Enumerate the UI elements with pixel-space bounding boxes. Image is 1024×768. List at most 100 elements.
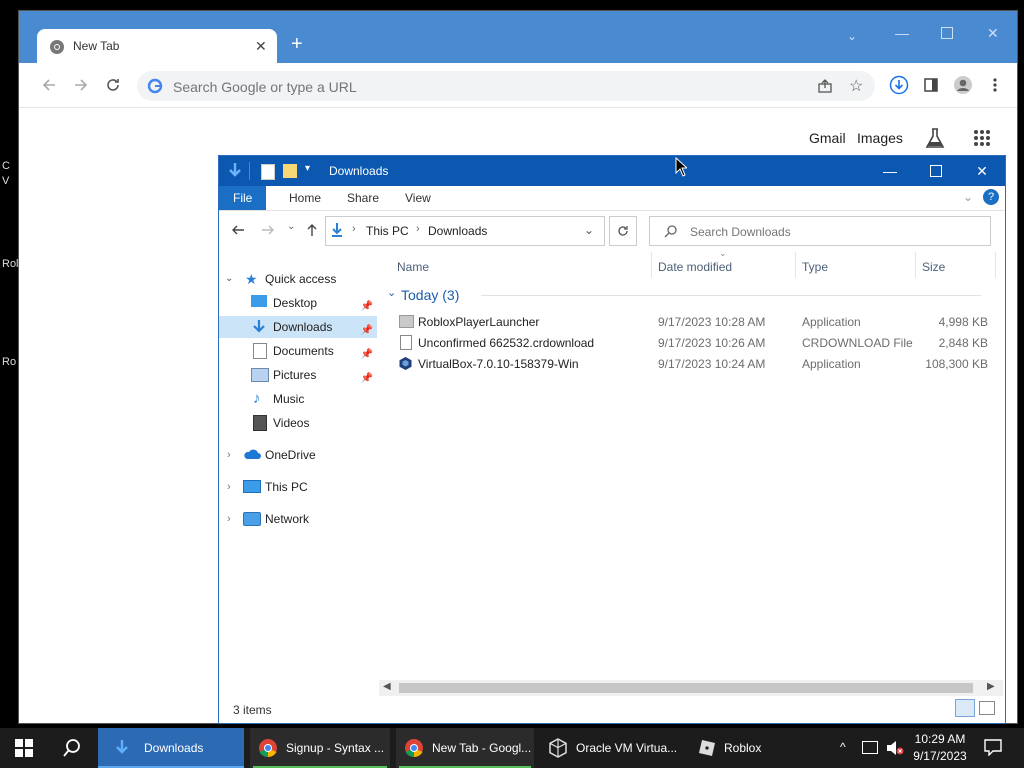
- nav-onedrive[interactable]: › OneDrive: [219, 444, 377, 466]
- taskbar-item-chrome-newtab[interactable]: New Tab - Googl...: [396, 728, 534, 768]
- chevron-down-icon[interactable]: ⌄: [387, 286, 396, 299]
- back-button[interactable]: [231, 223, 245, 237]
- side-panel-button[interactable]: [917, 71, 945, 99]
- network-status-icon[interactable]: [862, 741, 878, 754]
- search-button[interactable]: [48, 728, 96, 768]
- nav-label: Documents: [273, 344, 334, 358]
- close-window-icon[interactable]: ✕: [987, 25, 999, 42]
- clock-time[interactable]: 10:29 AM: [912, 732, 968, 746]
- omnibox-input[interactable]: [171, 71, 795, 103]
- scroll-right-icon[interactable]: ▶: [987, 681, 995, 692]
- pin-icon[interactable]: 📌: [361, 320, 373, 342]
- omnibox[interactable]: ☆: [137, 71, 875, 103]
- column-header-name[interactable]: Name: [397, 260, 429, 274]
- help-icon[interactable]: ?: [983, 189, 999, 205]
- maximize-button[interactable]: [913, 156, 959, 186]
- ribbon-tab-share[interactable]: Share: [333, 186, 393, 210]
- side-panel-icon: [924, 78, 938, 92]
- nav-item-pictures[interactable]: Pictures 📌: [219, 364, 377, 386]
- close-button[interactable]: ✕: [959, 156, 1005, 186]
- nav-item-videos[interactable]: Videos: [219, 412, 377, 434]
- large-icons-view-icon[interactable]: [979, 701, 995, 715]
- refresh-button[interactable]: [609, 216, 637, 246]
- new-tab-button[interactable]: +: [291, 33, 303, 56]
- forward-button[interactable]: [67, 71, 95, 99]
- nav-item-music[interactable]: ♪ Music: [219, 388, 377, 410]
- address-dropdown-icon[interactable]: ⌄: [584, 223, 594, 237]
- ribbon-tab-home[interactable]: Home: [275, 186, 335, 210]
- chevron-right-icon[interactable]: ›: [227, 444, 231, 466]
- volume-muted-icon[interactable]: [886, 740, 904, 756]
- show-hidden-icons-icon[interactable]: ^: [840, 740, 846, 754]
- chevron-right-icon[interactable]: ›: [227, 476, 231, 498]
- taskbar-item-downloads[interactable]: Downloads: [98, 728, 244, 768]
- taskbar-item-roblox[interactable]: Roblox: [690, 728, 790, 768]
- start-button[interactable]: [0, 728, 48, 768]
- gmail-link[interactable]: Gmail: [809, 130, 846, 146]
- images-link[interactable]: Images: [857, 130, 903, 146]
- back-button[interactable]: [35, 71, 63, 99]
- ribbon-tab-view[interactable]: View: [391, 186, 445, 210]
- column-divider[interactable]: [995, 252, 996, 278]
- ribbon-tab-file[interactable]: File: [219, 186, 267, 210]
- column-header-type[interactable]: Type: [802, 260, 828, 274]
- column-divider[interactable]: [915, 252, 916, 278]
- table-row[interactable]: RobloxPlayerLauncher 9/17/2023 10:28 AM …: [385, 312, 995, 333]
- chrome-tab[interactable]: New Tab ✕: [37, 29, 277, 63]
- reload-button[interactable]: [99, 71, 127, 99]
- quick-access-toolbar-dropdown-icon[interactable]: ▾: [305, 163, 310, 174]
- table-row[interactable]: VirtualBox-7.0.10-158379-Win 9/17/2023 1…: [385, 354, 995, 375]
- column-header-date[interactable]: Date modified: [658, 260, 732, 274]
- nav-item-downloads[interactable]: Downloads 📌: [219, 316, 377, 338]
- search-input[interactable]: [688, 217, 982, 247]
- pin-icon[interactable]: 📌: [361, 344, 373, 366]
- breadcrumb-this-pc[interactable]: This PC: [366, 224, 409, 238]
- recent-locations-icon[interactable]: ⌄: [287, 221, 295, 232]
- new-folder-icon[interactable]: [283, 164, 297, 178]
- nav-item-documents[interactable]: Documents 📌: [219, 340, 377, 362]
- tab-search-icon[interactable]: ⌄: [847, 29, 857, 43]
- nav-quick-access[interactable]: ⌄ ★ Quick access: [219, 268, 377, 290]
- notifications-icon[interactable]: [984, 738, 1002, 756]
- pin-icon[interactable]: 📌: [361, 296, 373, 318]
- group-header-today[interactable]: ⌄ Today (3): [385, 284, 985, 306]
- bookmark-star-icon[interactable]: ☆: [849, 76, 863, 96]
- minimize-button[interactable]: —: [867, 156, 913, 186]
- pin-icon[interactable]: 📌: [361, 368, 373, 390]
- minimize-icon[interactable]: —: [895, 25, 909, 41]
- taskbar-item-chrome-signup[interactable]: Signup - Syntax ...: [250, 728, 390, 768]
- properties-icon[interactable]: [261, 164, 275, 180]
- nav-item-desktop[interactable]: Desktop 📌: [219, 292, 377, 314]
- address-bar[interactable]: › This PC › Downloads ⌄: [325, 216, 605, 246]
- downloads-button[interactable]: [885, 71, 913, 99]
- clock-date[interactable]: 9/17/2023: [912, 749, 968, 763]
- forward-button[interactable]: [261, 223, 275, 237]
- nav-network[interactable]: › Network: [219, 508, 377, 530]
- horizontal-scrollbar[interactable]: ◀ ▶: [379, 680, 1003, 696]
- share-icon[interactable]: [817, 78, 833, 94]
- scrollbar-thumb[interactable]: [399, 683, 973, 693]
- menu-button[interactable]: [981, 71, 1009, 99]
- nav-this-pc[interactable]: › This PC: [219, 476, 377, 498]
- breadcrumb-downloads[interactable]: Downloads: [428, 224, 487, 238]
- search-box[interactable]: [649, 216, 991, 247]
- expand-ribbon-icon[interactable]: ⌄: [963, 190, 973, 204]
- column-header-size[interactable]: Size: [922, 260, 945, 274]
- chevron-down-icon[interactable]: ⌄: [225, 268, 233, 290]
- file-type: Application: [802, 315, 861, 329]
- table-row[interactable]: Unconfirmed 662532.crdownload 9/17/2023 …: [385, 333, 995, 354]
- explorer-title-bar[interactable]: ▾ Downloads — ✕: [219, 156, 1005, 186]
- chrome-icon: [404, 738, 424, 758]
- chevron-right-icon[interactable]: ›: [227, 508, 231, 530]
- up-button[interactable]: [305, 223, 319, 237]
- labs-flask-icon[interactable]: [925, 127, 945, 149]
- profile-button[interactable]: [949, 71, 977, 99]
- column-divider[interactable]: [795, 252, 796, 278]
- close-tab-icon[interactable]: ✕: [255, 38, 267, 55]
- details-view-icon[interactable]: [955, 699, 975, 717]
- maximize-icon[interactable]: [941, 27, 953, 39]
- scroll-left-icon[interactable]: ◀: [383, 681, 391, 692]
- taskbar-item-virtualbox[interactable]: Oracle VM Virtua...: [540, 728, 684, 768]
- column-divider[interactable]: [651, 252, 652, 278]
- apps-grid-icon[interactable]: [973, 129, 991, 147]
